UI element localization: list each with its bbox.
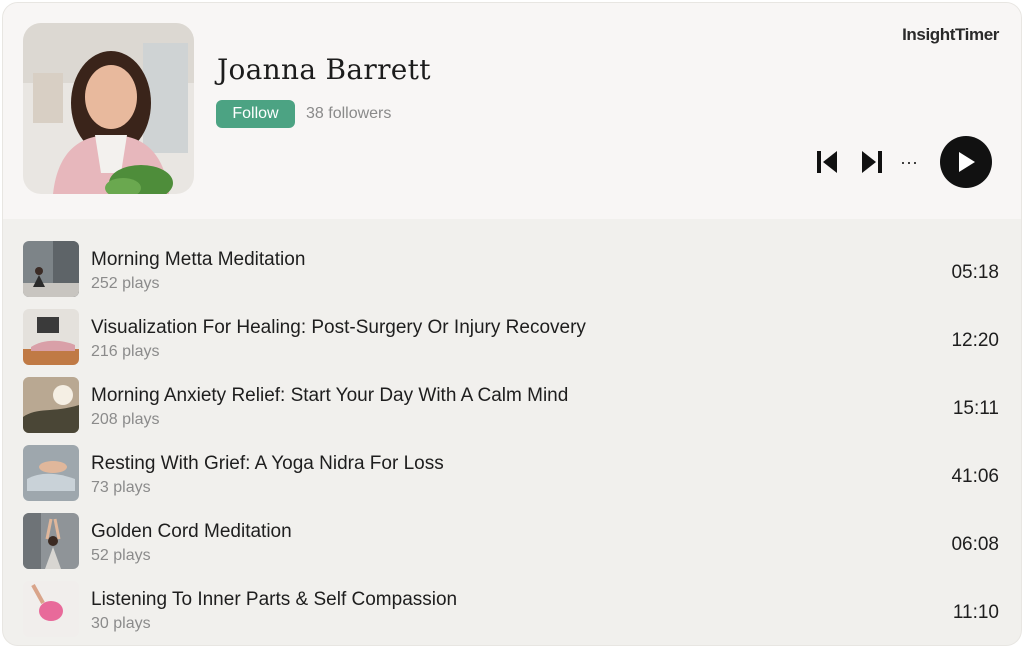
skip-previous-icon[interactable]	[815, 148, 839, 176]
track-thumbnail	[23, 309, 79, 365]
track-row[interactable]: Golden Cord Meditation 52 plays 06:08	[3, 497, 1021, 569]
track-duration: 06:08	[951, 534, 999, 555]
track-thumbnail	[23, 513, 79, 569]
track-duration: 12:20	[951, 330, 999, 351]
brand-logo: InsightTimer	[902, 25, 999, 44]
track-title: Morning Metta Meditation	[91, 249, 306, 270]
track-title: Resting With Grief: A Yoga Nidra For Los…	[91, 453, 444, 474]
skip-next-icon[interactable]	[860, 148, 884, 176]
track-duration: 05:18	[951, 262, 999, 283]
track-plays: 216 plays	[91, 343, 160, 360]
track-title: Listening To Inner Parts & Self Compassi…	[91, 589, 458, 610]
track-duration: 41:06	[951, 466, 999, 487]
track-title: Golden Cord Meditation	[91, 521, 292, 542]
followers-count: 38 followers	[306, 105, 392, 122]
track-thumbnail	[23, 445, 79, 501]
play-button[interactable]	[940, 136, 992, 188]
track-duration: 15:11	[952, 398, 999, 419]
follow-button[interactable]: Follow	[216, 100, 295, 128]
more-options-button[interactable]: ···	[897, 150, 921, 174]
track-plays: 208 plays	[91, 411, 160, 428]
track-row[interactable]: Resting With Grief: A Yoga Nidra For Los…	[3, 429, 1021, 501]
track-thumbnail	[23, 581, 79, 637]
profile-header: Joanna Barrett Follow 38 followers Insig…	[3, 3, 1021, 219]
player-card: Joanna Barrett Follow 38 followers Insig…	[2, 2, 1022, 646]
play-icon	[959, 152, 975, 172]
track-title: Morning Anxiety Relief: Start Your Day W…	[91, 385, 569, 406]
track-plays: 52 plays	[91, 547, 151, 564]
track-row[interactable]: Morning Metta Meditation 252 plays 05:18	[3, 225, 1021, 297]
track-row[interactable]: Morning Anxiety Relief: Start Your Day W…	[3, 361, 1021, 433]
track-row[interactable]: Visualization For Healing: Post-Surgery …	[3, 293, 1021, 365]
track-plays: 73 plays	[91, 479, 151, 496]
profile-name: Joanna Barrett	[217, 53, 431, 86]
track-duration: 11:10	[952, 602, 999, 623]
track-row[interactable]: Listening To Inner Parts & Self Compassi…	[3, 565, 1021, 637]
track-thumbnail	[23, 241, 79, 297]
avatar	[23, 23, 194, 194]
track-plays: 30 plays	[91, 615, 151, 632]
track-thumbnail	[23, 377, 79, 433]
track-title: Visualization For Healing: Post-Surgery …	[91, 317, 586, 338]
track-plays: 252 plays	[91, 275, 160, 292]
